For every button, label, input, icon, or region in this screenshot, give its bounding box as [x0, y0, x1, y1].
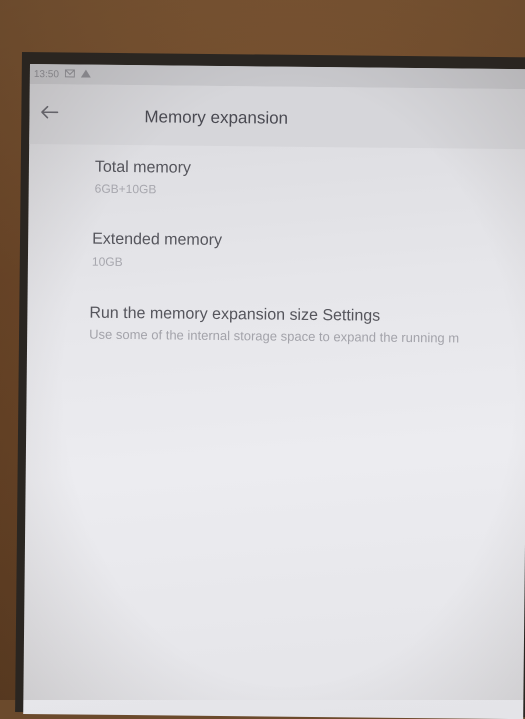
warning-icon — [80, 69, 91, 80]
page-title: Memory expansion — [144, 107, 289, 128]
total-memory-row[interactable]: Total memory 6GB+10GB — [28, 144, 525, 219]
run-expansion-summary: Use some of the internal storage space t… — [89, 326, 460, 346]
notification-icon — [64, 69, 75, 79]
app-bar: Memory expansion — [29, 83, 525, 150]
run-expansion-title: Run the memory expansion size Settings — [89, 304, 381, 325]
run-expansion-row[interactable]: Run the memory expansion size Settings U… — [27, 290, 525, 365]
extended-memory-value: 10GB — [91, 254, 123, 269]
total-memory-value: 6GB+10GB — [94, 181, 157, 197]
extended-memory-title: Extended memory — [92, 230, 223, 250]
back-button[interactable] — [31, 96, 67, 132]
extended-memory-row[interactable]: Extended memory 10GB — [28, 216, 525, 293]
device-screen: 13:50 Memory expansion Total memory 6GB+… — [23, 64, 525, 719]
status-time: 13:50 — [33, 68, 59, 80]
arrow-left-icon — [40, 105, 59, 124]
total-memory-title: Total memory — [94, 158, 192, 177]
